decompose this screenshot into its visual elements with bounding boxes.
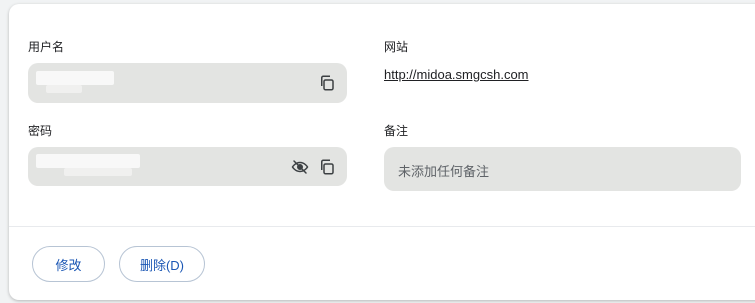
username-redacted-shadow (46, 85, 82, 93)
divider (9, 226, 755, 227)
password-field[interactable] (28, 147, 347, 186)
copy-icon[interactable] (318, 158, 336, 176)
username-label: 用户名 (28, 40, 65, 54)
password-redacted-shadow (64, 168, 132, 176)
copy-icon[interactable] (318, 74, 336, 92)
username-field[interactable] (28, 63, 347, 103)
website-link[interactable]: http://midoa.smgcsh.com (384, 67, 529, 82)
edit-button[interactable]: 修改 (32, 246, 105, 282)
note-label: 备注 (384, 124, 409, 138)
delete-button[interactable]: 删除(D) (119, 246, 205, 282)
username-redacted (36, 71, 114, 85)
note-placeholder: 未添加任何备注 (398, 164, 490, 179)
password-detail-card: 用户名 密码 网站 http://midoa.smgcsh.com 备注 未添加… (9, 4, 755, 300)
password-redacted (36, 154, 140, 168)
password-label: 密码 (28, 124, 53, 138)
note-field[interactable]: 未添加任何备注 (384, 147, 741, 191)
eye-off-icon[interactable] (291, 158, 309, 176)
website-label: 网站 (384, 40, 409, 54)
